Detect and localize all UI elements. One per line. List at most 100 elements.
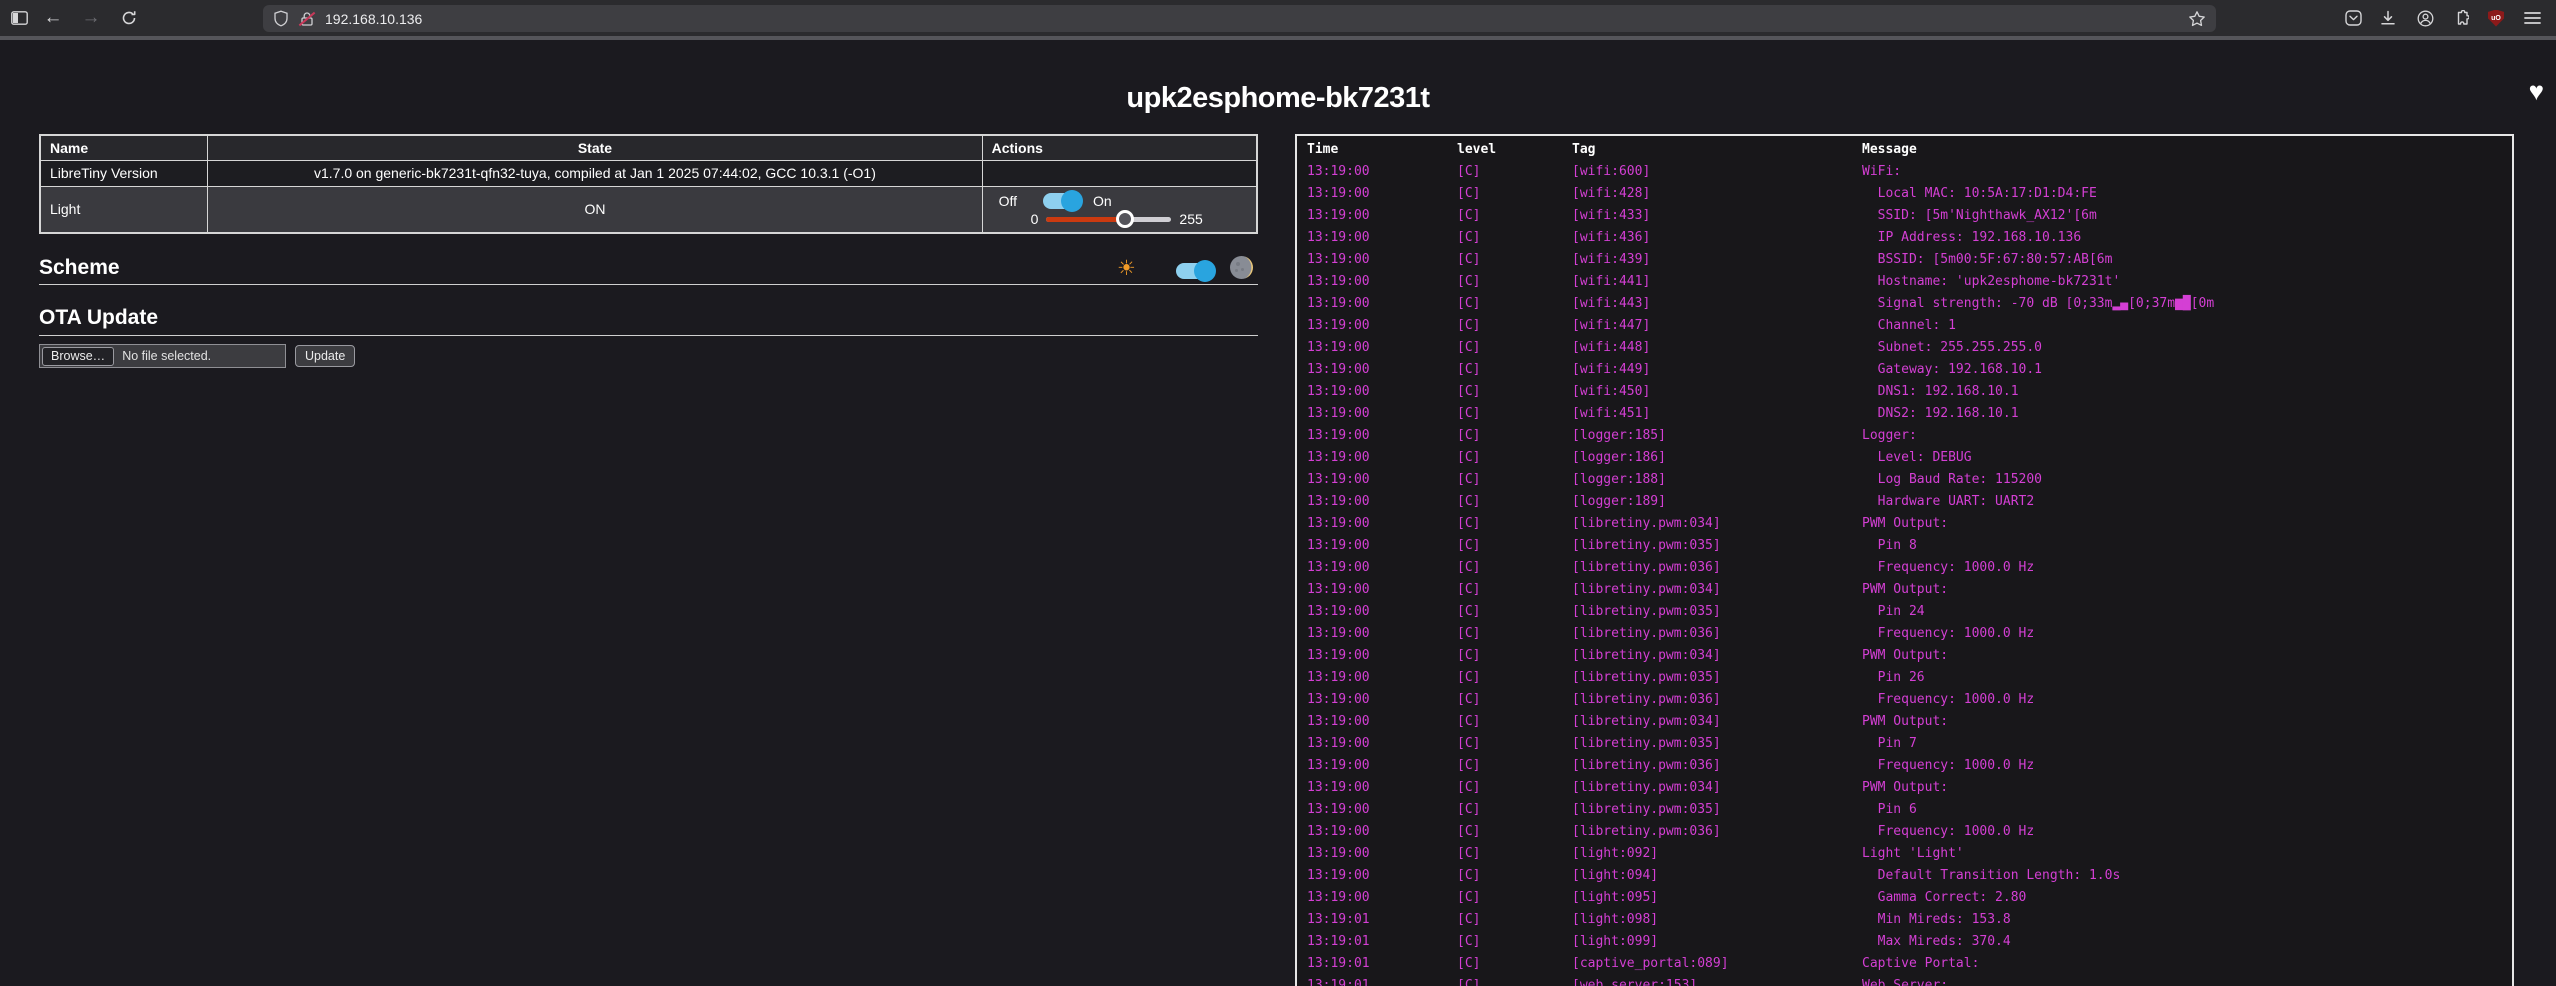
heart-icon[interactable]: ♥	[2529, 76, 2544, 107]
log-tag: [logger:186]	[1572, 447, 1862, 469]
log-level: [C]	[1457, 183, 1572, 205]
libretiny-name: LibreTiny Version	[40, 160, 208, 186]
log-level: [C]	[1457, 667, 1572, 689]
log-level: [C]	[1457, 865, 1572, 887]
log-message: Local MAC: 10:5A:17:D1:D4:FE	[1862, 183, 2512, 205]
log-row: 13:19:00[C][wifi:436] IP Address: 192.16…	[1297, 227, 2512, 249]
log-time: 13:19:00	[1307, 755, 1457, 777]
log-header-time: Time	[1307, 142, 1457, 157]
log-tag: [libretiny.pwm:035]	[1572, 601, 1862, 623]
brightness-slider-thumb[interactable]	[1116, 210, 1134, 228]
extensions-puzzle-icon[interactable]	[2448, 0, 2474, 36]
log-tag: [libretiny.pwm:034]	[1572, 777, 1862, 799]
log-tag: [wifi:436]	[1572, 227, 1862, 249]
scheme-toggle-knob	[1194, 260, 1216, 282]
log-message: Default Transition Length: 1.0s	[1862, 865, 2512, 887]
log-level: [C]	[1457, 469, 1572, 491]
log-tag: [wifi:428]	[1572, 183, 1862, 205]
log-level: [C]	[1457, 447, 1572, 469]
log-level: [C]	[1457, 799, 1572, 821]
log-time: 13:19:00	[1307, 403, 1457, 425]
update-button[interactable]: Update	[295, 345, 355, 367]
log-tag: [wifi:600]	[1572, 161, 1862, 183]
log-time: 13:19:00	[1307, 579, 1457, 601]
log-row: 13:19:00[C][wifi:450] DNS1: 192.168.10.1	[1297, 381, 2512, 403]
libretiny-actions	[982, 160, 1257, 186]
log-row: 13:19:00[C][libretiny.pwm:035] Pin 8	[1297, 535, 2512, 557]
log-header-level: level	[1457, 142, 1572, 157]
log-tag: [libretiny.pwm:035]	[1572, 799, 1862, 821]
shield-icon[interactable]	[273, 10, 289, 27]
log-time: 13:19:00	[1307, 601, 1457, 623]
log-time: 13:19:00	[1307, 689, 1457, 711]
log-tag: [light:098]	[1572, 909, 1862, 931]
log-level: [C]	[1457, 205, 1572, 227]
log-row: 13:19:00[C][libretiny.pwm:036] Frequency…	[1297, 557, 2512, 579]
pocket-icon[interactable]	[2340, 0, 2366, 36]
log-tag: [libretiny.pwm:035]	[1572, 535, 1862, 557]
light-toggle-knob	[1061, 190, 1083, 212]
insecure-lock-icon[interactable]	[299, 11, 315, 27]
log-message: Hostname: 'upk2esphome-bk7231t'	[1862, 271, 2512, 293]
ota-divider	[39, 335, 1258, 336]
downloads-icon[interactable]	[2375, 0, 2401, 36]
browse-button[interactable]: Browse…	[42, 347, 114, 366]
log-message: Hardware UART: UART2	[1862, 491, 2512, 513]
log-level: [C]	[1457, 623, 1572, 645]
log-time: 13:19:00	[1307, 821, 1457, 843]
log-message: BSSID: [5m00:5F:67:80:57:AB[6m	[1862, 249, 2512, 271]
log-message: Frequency: 1000.0 Hz	[1862, 755, 2512, 777]
log-level: [C]	[1457, 403, 1572, 425]
log-tag: [captive_portal:089]	[1572, 953, 1862, 975]
log-level: [C]	[1457, 557, 1572, 579]
ublock-icon[interactable]: uO	[2483, 0, 2509, 36]
url-bar[interactable]: 192.168.10.136	[263, 5, 2216, 32]
scheme-toggle[interactable]	[1176, 263, 1212, 279]
reload-button[interactable]	[116, 0, 142, 36]
log-time: 13:19:01	[1307, 953, 1457, 975]
sidebar-toggle-icon[interactable]	[8, 0, 30, 36]
light-actions: Off On 0 255	[982, 186, 1257, 233]
bookmark-star-icon[interactable]	[2188, 10, 2206, 28]
browser-toolbar: ← → 192.168.10.136 uO	[0, 0, 2556, 36]
log-level: [C]	[1457, 689, 1572, 711]
log-time: 13:19:00	[1307, 271, 1457, 293]
log-row: 13:19:00[C][logger:186] Level: DEBUG	[1297, 447, 2512, 469]
log-time: 13:19:00	[1307, 205, 1457, 227]
log-row: 13:19:00[C][libretiny.pwm:035] Pin 6	[1297, 799, 2512, 821]
forward-button[interactable]: →	[78, 0, 104, 36]
log-row: 13:19:00[C][wifi:439] BSSID: [5m00:5F:67…	[1297, 249, 2512, 271]
log-tag: [logger:185]	[1572, 425, 1862, 447]
log-row: 13:19:00[C][libretiny.pwm:035] Pin 24	[1297, 601, 2512, 623]
log-message: PWM Output:	[1862, 645, 2512, 667]
log-message: Pin 24	[1862, 601, 2512, 623]
log-time: 13:19:00	[1307, 161, 1457, 183]
log-time: 13:19:00	[1307, 513, 1457, 535]
brightness-slider[interactable]	[1046, 210, 1171, 228]
log-row: 13:19:00[C][wifi:433] SSID: [5m'Nighthaw…	[1297, 205, 2512, 227]
log-time: 13:19:00	[1307, 249, 1457, 271]
log-row: 13:19:00[C][libretiny.pwm:034]PWM Output…	[1297, 711, 2512, 733]
account-icon[interactable]	[2412, 0, 2438, 36]
log-message: Signal strength: -70 dB [0;33m▂▄[0;37m▆█…	[1862, 293, 2512, 315]
log-rows: 13:19:00[C][wifi:600]WiFi:13:19:00[C][wi…	[1297, 161, 2512, 986]
file-input[interactable]: Browse… No file selected.	[39, 344, 286, 368]
log-level: [C]	[1457, 733, 1572, 755]
log-tag: [wifi:451]	[1572, 403, 1862, 425]
log-time: 13:19:00	[1307, 557, 1457, 579]
log-level: [C]	[1457, 227, 1572, 249]
menu-hamburger-icon[interactable]	[2518, 0, 2546, 36]
log-row: 13:19:00[C][wifi:447] Channel: 1	[1297, 315, 2512, 337]
log-time: 13:19:00	[1307, 425, 1457, 447]
log-level: [C]	[1457, 931, 1572, 953]
brightness-max-label: 255	[1179, 211, 1202, 227]
log-row: 13:19:00[C][libretiny.pwm:034]PWM Output…	[1297, 645, 2512, 667]
log-row: 13:19:00[C][libretiny.pwm:034]PWM Output…	[1297, 777, 2512, 799]
log-tag: [light:092]	[1572, 843, 1862, 865]
log-message: WiFi:	[1862, 161, 2512, 183]
log-panel[interactable]: Time level Tag Message 13:19:00[C][wifi:…	[1295, 134, 2514, 986]
log-header-message: Message	[1862, 142, 2512, 157]
light-toggle[interactable]	[1043, 193, 1079, 209]
back-button[interactable]: ←	[40, 0, 66, 36]
log-row: 13:19:01[C][light:099] Max Mireds: 370.4	[1297, 931, 2512, 953]
